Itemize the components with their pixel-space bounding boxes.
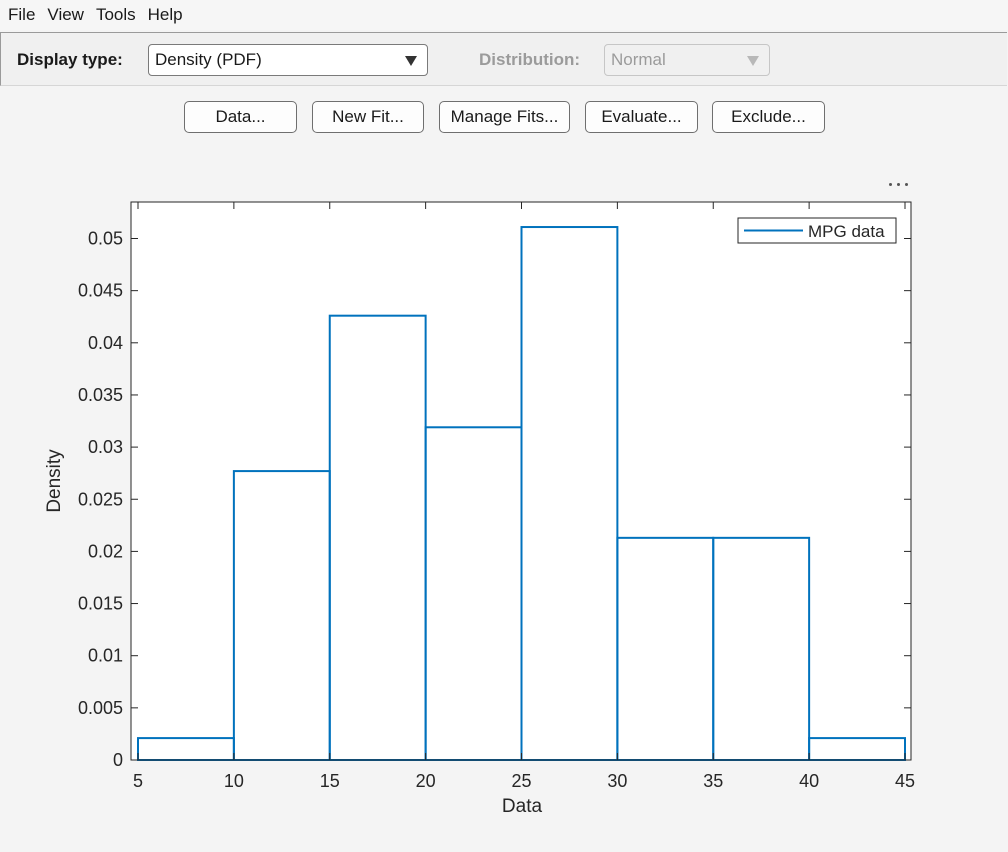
y-axis-label: Density <box>44 449 65 513</box>
y-tick-label: 0.005 <box>78 698 123 718</box>
x-tick-label: 40 <box>799 771 819 791</box>
x-tick-label: 25 <box>511 771 531 791</box>
y-tick-label: 0.035 <box>78 385 123 405</box>
histogram-chart: 5 10 15 20 25 30 35 40 45 0 0.005 0.01 0.015 0.02 0.02… <box>44 201 915 817</box>
y-tick-label: 0 <box>113 750 123 770</box>
x-axis-label: Data <box>502 796 543 817</box>
y-tick-label: 0.05 <box>88 229 123 249</box>
y-tick-label: 0.01 <box>88 646 123 666</box>
legend-label: MPG data <box>808 222 885 241</box>
y-tick-label: 0.025 <box>78 489 123 509</box>
y-tick-label: 0.04 <box>88 333 123 353</box>
x-tick-label: 10 <box>224 771 244 791</box>
x-tick-label: 20 <box>416 771 436 791</box>
x-tick-label: 5 <box>133 771 143 791</box>
x-tick-label: 15 <box>320 771 340 791</box>
y-tick-label: 0.045 <box>78 281 123 301</box>
x-tick-label: 45 <box>895 771 915 791</box>
y-tick-label: 0.015 <box>78 594 123 614</box>
x-tick-label: 35 <box>703 771 723 791</box>
y-tick-label: 0.02 <box>88 541 123 561</box>
legend[interactable]: MPG data <box>737 217 897 244</box>
x-tick-label: 30 <box>607 771 627 791</box>
y-tick-label: 0.03 <box>88 437 123 457</box>
